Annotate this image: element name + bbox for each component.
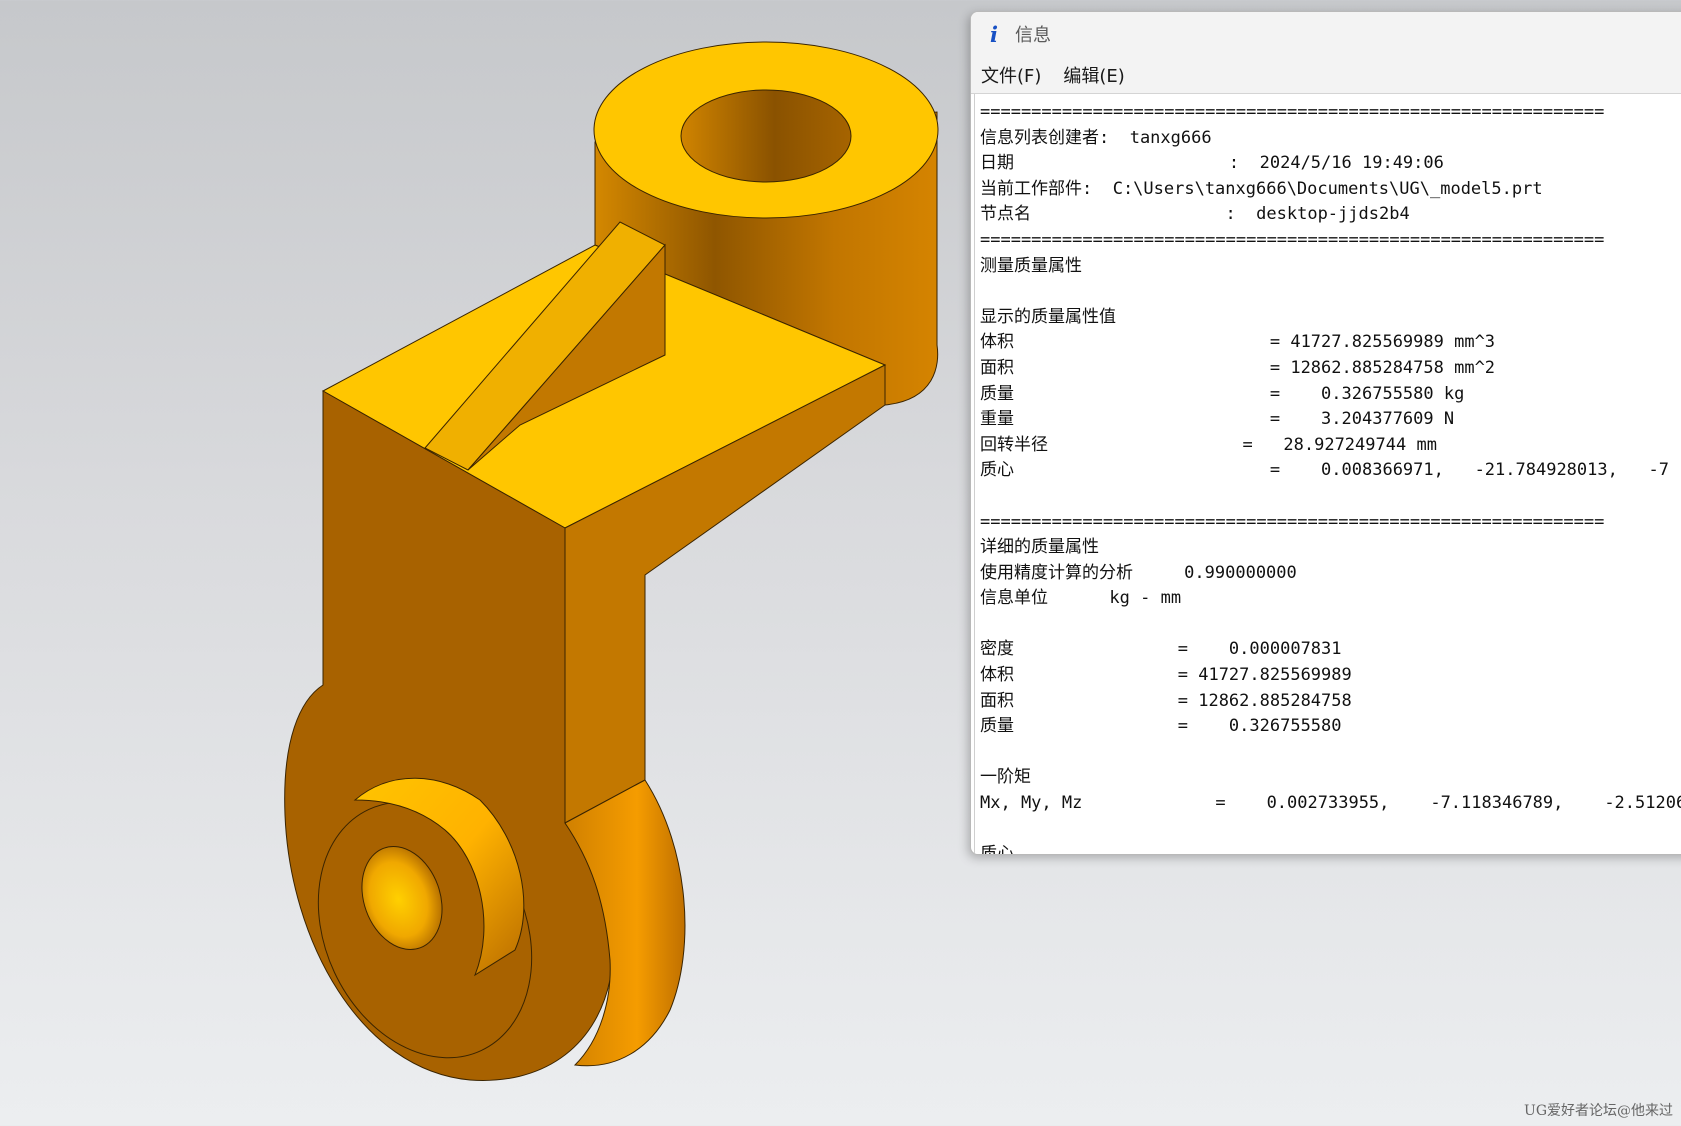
info-line: 密度 = 0.000007831 xyxy=(980,639,1342,660)
info-line: 测量质量属性 xyxy=(980,255,1082,276)
info-line: 使用精度计算的分析 0.990000000 xyxy=(980,562,1297,583)
info-line: 质心 = 0.008366971, -21.784928013, -7 xyxy=(980,460,1670,481)
info-line: 一阶矩 xyxy=(980,767,1031,788)
info-line: ========================================… xyxy=(980,511,1605,532)
info-line: 质心 xyxy=(980,842,1681,854)
info-line xyxy=(980,279,1681,305)
info-line: Mx, My, Mz = 0.002733955, -7.118346789, … xyxy=(980,793,1681,814)
info-line: 节点名 : desktop-jjds2b4 xyxy=(980,204,1410,225)
info-window[interactable]: i 信息 文件(F) 编辑(E) =======================… xyxy=(970,11,1681,855)
window-title: 信息 xyxy=(1015,25,1051,46)
info-line: ========================================… xyxy=(980,102,1605,122)
info-line: 体积 = 41727.825569989 mm^3 xyxy=(980,332,1496,353)
info-line: 显示的质量属性值 xyxy=(980,306,1116,327)
info-line xyxy=(980,817,1681,843)
info-line: 回转半径 = 28.927249744 mm xyxy=(980,434,1437,455)
info-line: 重量 = 3.204377609 N xyxy=(980,409,1455,430)
info-text-area[interactable]: ========================================… xyxy=(974,94,1681,854)
info-line: 质量 = 0.326755580 kg xyxy=(980,383,1465,404)
info-line: ========================================… xyxy=(980,229,1605,250)
info-line: 当前工作部件: C:\Users\tanxg666\Documents\UG\_… xyxy=(980,178,1543,199)
info-line: 体积 = 41727.825569989 xyxy=(980,665,1352,686)
info-line: 质量 = 0.326755580 xyxy=(980,716,1342,737)
watermark: UG爱好者论坛@他来过 xyxy=(1524,1103,1673,1119)
info-line: 信息单位 kg - mm xyxy=(980,588,1182,609)
info-line xyxy=(980,484,1681,510)
info-icon: i xyxy=(990,21,998,47)
info-line: 详细的质量属性 xyxy=(980,537,1099,558)
info-line xyxy=(980,612,1681,638)
info-line: 日期 : 2024/5/16 19:49:06 xyxy=(980,153,1444,174)
menu-bar: 文件(F) 编辑(E) xyxy=(971,56,1681,94)
info-line xyxy=(980,740,1681,766)
menu-file[interactable]: 文件(F) xyxy=(981,62,1041,88)
part-model[interactable] xyxy=(0,0,970,1126)
upper-bore xyxy=(680,89,852,183)
info-line: 面积 = 12862.885284758 xyxy=(980,690,1352,711)
menu-edit[interactable]: 编辑(E) xyxy=(1063,62,1124,88)
title-bar[interactable]: i 信息 xyxy=(971,12,1681,56)
info-line: 面积 = 12862.885284758 mm^2 xyxy=(980,357,1496,378)
info-line: 信息列表创建者: tanxg666 xyxy=(980,127,1212,148)
